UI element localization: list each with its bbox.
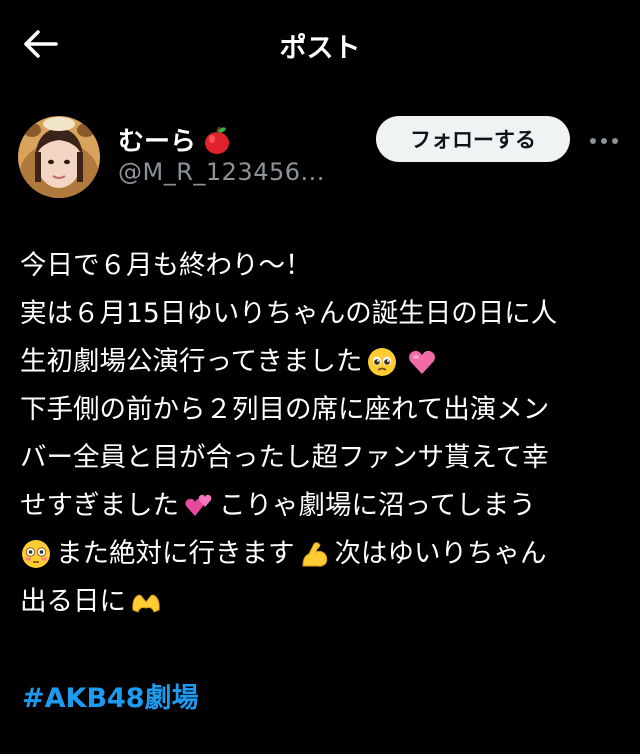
red-apple-icon bbox=[205, 125, 230, 154]
follow-button[interactable]: フォローする bbox=[376, 116, 570, 162]
post-line-text: 出る日に bbox=[20, 586, 126, 617]
author-row: むーら @M_R_123456... フォローする bbox=[0, 108, 640, 208]
post-line-text: 下手側の前から２列目の席に座れて出演メン bbox=[20, 394, 550, 425]
post-text: 今日で６月も終わり〜！ 実は６月15日ゆいりちゃんの誕生日の日に人 生初劇場公演… bbox=[20, 242, 625, 626]
page-title: ポスト bbox=[279, 33, 361, 64]
pink-heart-icon bbox=[409, 350, 436, 374]
flushed-face-icon bbox=[22, 540, 50, 568]
post-line-text: 今日で６月も終わり〜！ bbox=[20, 250, 312, 281]
top-bar: ポスト bbox=[0, 0, 640, 88]
more-options-button[interactable] bbox=[586, 126, 622, 156]
display-name[interactable]: むーら bbox=[118, 121, 232, 158]
post-line: また絶対に行きます 次はゆいりちゃん bbox=[20, 530, 625, 578]
post-line-text: 生初劇場公演行ってきました bbox=[20, 346, 363, 377]
post-line: 生初劇場公演行ってきました bbox=[20, 338, 625, 386]
post-line-text: 次はゆいりちゃん bbox=[334, 538, 547, 569]
post-line: 出る日に bbox=[20, 578, 625, 626]
hashtag-link[interactable]: #AKB48劇場 bbox=[22, 676, 199, 715]
more-dots-icon bbox=[590, 138, 618, 144]
pleading-face-icon bbox=[368, 348, 397, 376]
post-line: バー全員と目が合ったし超ファンサ貰えて幸 bbox=[20, 434, 625, 482]
post-line-text: せすぎました bbox=[20, 490, 179, 521]
post-line: 実は６月15日ゆいりちゃんの誕生日の日に人 bbox=[20, 290, 625, 338]
flexed-biceps-icon bbox=[301, 542, 327, 567]
post-line: 下手側の前から２列目の席に座れて出演メン bbox=[20, 386, 625, 434]
post-line-text: 実は６月15日ゆいりちゃんの誕生日の日に人 bbox=[20, 298, 558, 329]
post-line: せすぎました こりゃ劇場に沼ってしまう bbox=[20, 482, 625, 530]
post-line-text: バー全員と目が合ったし超ファンサ貰えて幸 bbox=[20, 442, 549, 473]
post-line-text: また絶対に行きます bbox=[56, 538, 295, 569]
heart-hands-icon bbox=[132, 594, 160, 613]
post-line-text: こりゃ劇場に沼ってしまう bbox=[219, 490, 536, 521]
two-hearts-icon bbox=[185, 494, 212, 516]
post-line: 今日で６月も終わり〜！ bbox=[20, 242, 625, 290]
display-name-text: むーら bbox=[118, 127, 197, 157]
avatar[interactable] bbox=[18, 116, 100, 198]
user-handle[interactable]: @M_R_123456... bbox=[118, 158, 325, 186]
